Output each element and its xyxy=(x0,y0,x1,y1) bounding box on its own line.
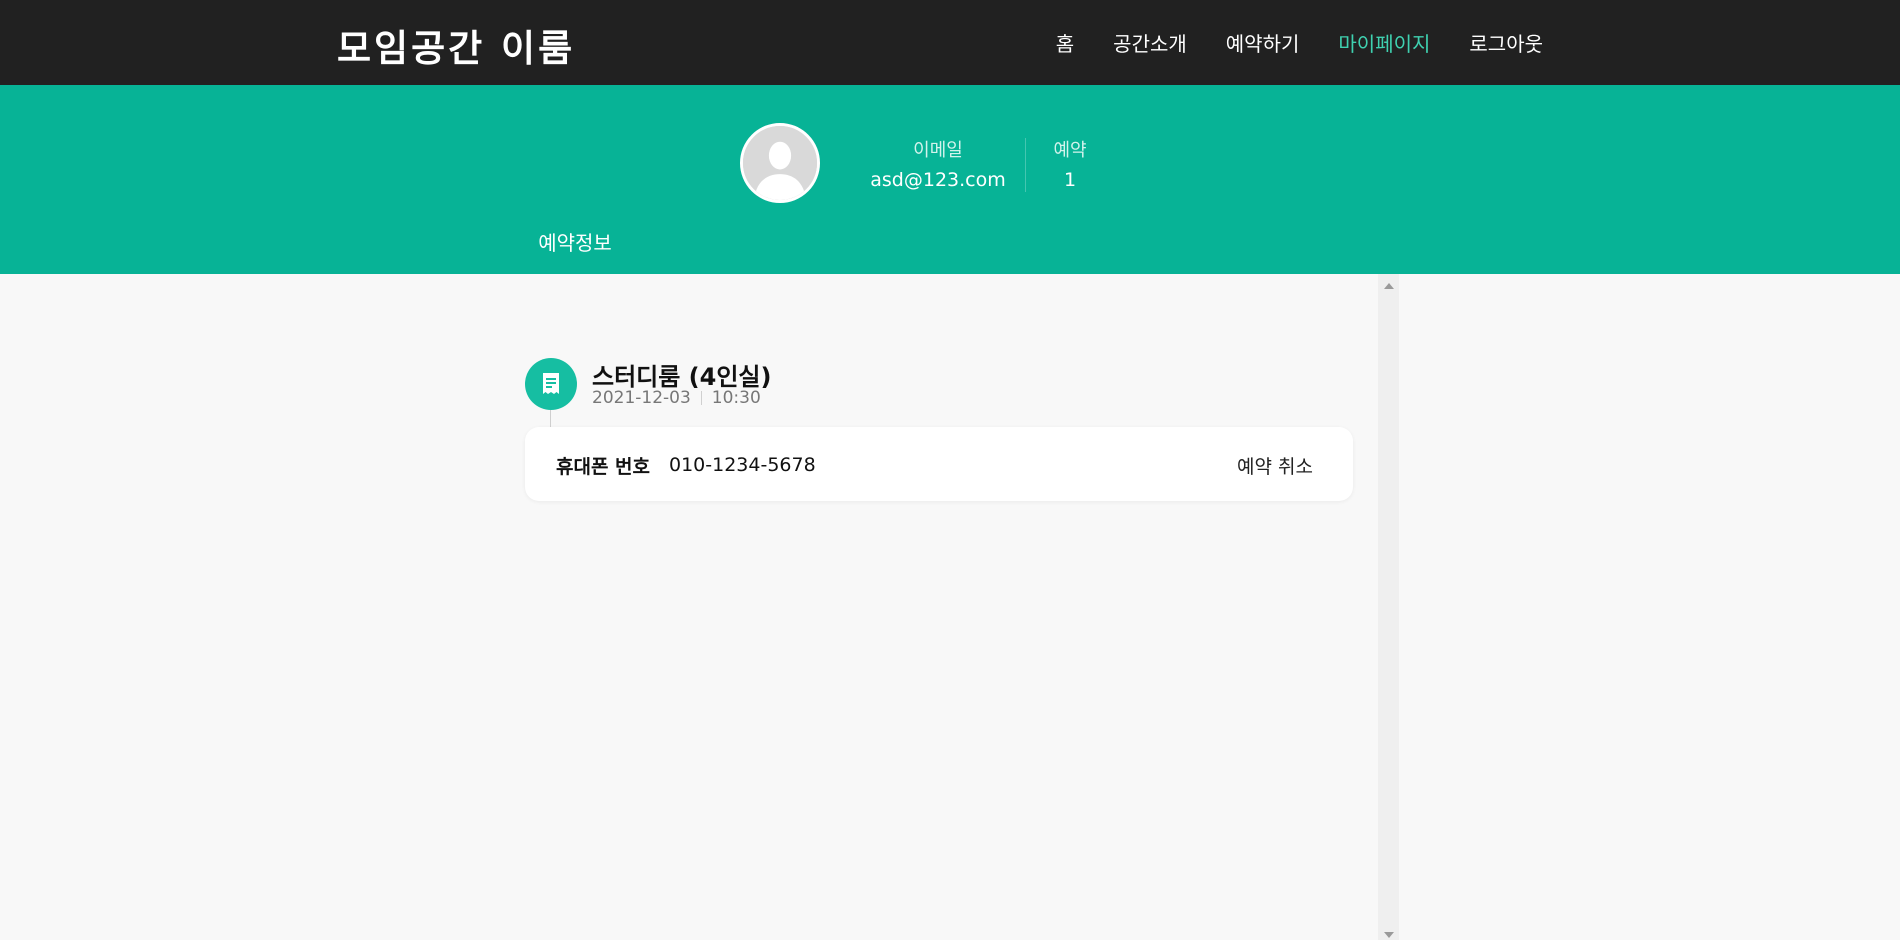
reservation-datetime: 2021-12-03 10:30 xyxy=(592,388,761,408)
email-stat: 이메일 asd@123.com xyxy=(868,136,1008,191)
site-logo[interactable]: 모임공간 이룸 xyxy=(337,18,575,72)
nav-space-intro[interactable]: 공간소개 xyxy=(1113,28,1187,57)
email-label: 이메일 xyxy=(913,140,963,161)
reservation-card: 휴대폰 번호 010-1234-5678 예약 취소 xyxy=(525,427,1353,501)
timeline-connector xyxy=(550,410,551,428)
phone-value: 010-1234-5678 xyxy=(669,454,816,476)
stat-divider xyxy=(1025,138,1026,192)
top-navigation-bar: 모임공간 이룸 홈 공간소개 예약하기 마이페이지 로그아웃 xyxy=(0,0,1900,85)
reservation-count-value: 1 xyxy=(1063,169,1077,191)
vertical-scrollbar[interactable] xyxy=(1378,274,1399,940)
main-nav: 홈 공간소개 예약하기 마이페이지 로그아웃 xyxy=(1056,28,1543,57)
reservation-time: 10:30 xyxy=(711,388,761,408)
user-silhouette-icon xyxy=(740,123,820,203)
nav-mypage[interactable]: 마이페이지 xyxy=(1338,28,1430,57)
scroll-down-arrow-icon[interactable] xyxy=(1384,932,1394,938)
email-value: asd@123.com xyxy=(870,169,1006,191)
reservation-count-label: 예약 xyxy=(1053,140,1087,161)
nav-logout[interactable]: 로그아웃 xyxy=(1469,28,1543,57)
scroll-up-arrow-icon[interactable] xyxy=(1384,283,1394,289)
reservation-count-stat: 예약 1 xyxy=(1040,136,1100,191)
room-name: 스터디룸 (4인실) xyxy=(592,363,772,391)
phone-label: 휴대폰 번호 xyxy=(556,456,651,478)
tab-reservation-info[interactable]: 예약정보 xyxy=(526,232,624,274)
nav-reservation[interactable]: 예약하기 xyxy=(1226,28,1300,57)
receipt-icon xyxy=(525,358,577,410)
cancel-reservation-button[interactable]: 예약 취소 xyxy=(1237,452,1313,479)
nav-home[interactable]: 홈 xyxy=(1056,28,1074,57)
reservation-date: 2021-12-03 xyxy=(592,388,691,408)
meta-divider xyxy=(700,391,702,405)
